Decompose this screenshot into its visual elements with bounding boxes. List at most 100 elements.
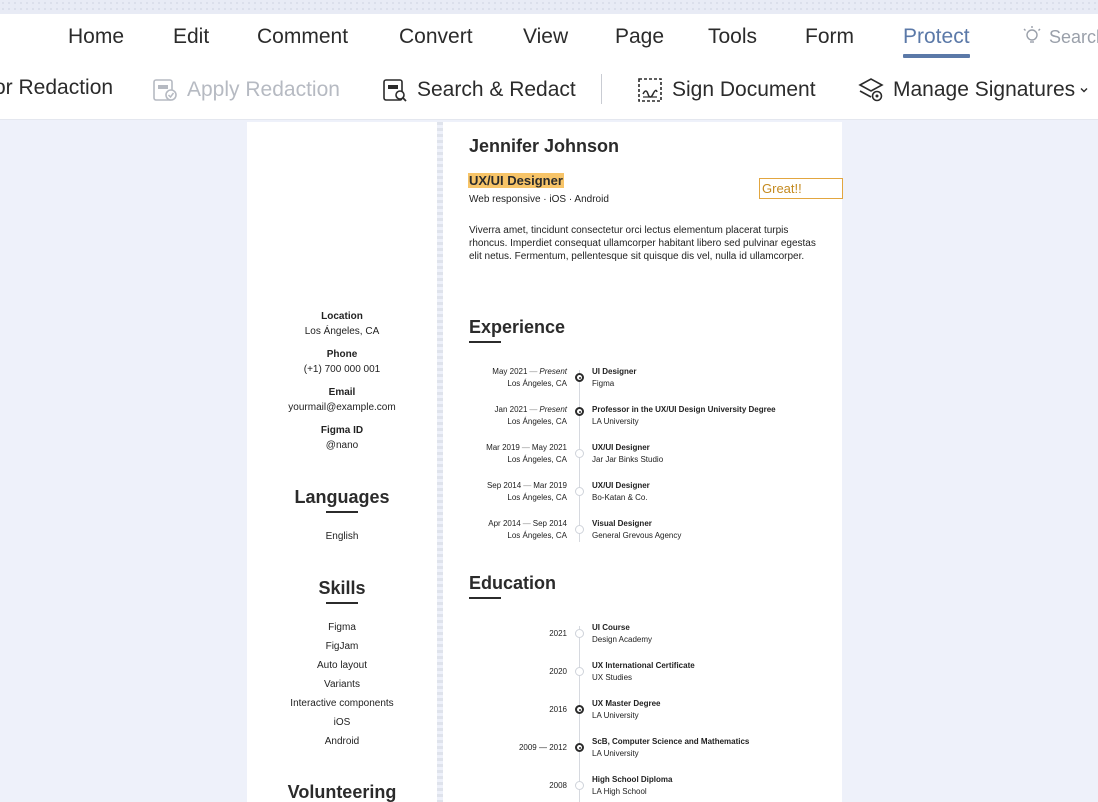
sign-document-label: Sign Document xyxy=(672,78,816,101)
experience-date: Apr 2014— Sep 2014 xyxy=(488,519,567,528)
timeline-dot xyxy=(575,667,584,676)
mark-redaction-button[interactable]: or Redaction xyxy=(0,76,113,100)
menu-edit[interactable]: Edit xyxy=(173,25,209,49)
title-strip xyxy=(0,0,1098,14)
apply-redaction-icon xyxy=(151,76,179,104)
manage-signatures-dropdown[interactable]: Manage Signatures xyxy=(857,76,1089,104)
phone-label: Phone xyxy=(326,349,358,360)
timeline-dot xyxy=(575,743,584,752)
timeline-dot xyxy=(575,781,584,790)
experience-title: UX/UI Designer xyxy=(592,481,650,490)
languages-underline xyxy=(326,511,358,513)
experience-location: Los Ángeles, CA xyxy=(507,493,567,502)
search-redact-button[interactable]: Search & Redact xyxy=(381,76,576,104)
menu-home[interactable]: Home xyxy=(68,25,124,49)
timeline-dot xyxy=(575,525,584,534)
timeline-dot xyxy=(575,449,584,458)
chevron-down-icon xyxy=(1079,85,1089,95)
bio-paragraph: Viverra amet, tincidunt consectetur orci… xyxy=(469,225,816,262)
experience-title: Professor in the UX/UI Design University… xyxy=(592,405,776,414)
active-tab-underline xyxy=(903,54,970,58)
education-date: 2008 xyxy=(549,781,567,790)
search-label: Search xyxy=(1049,27,1098,47)
location-value: Los Ángeles, CA xyxy=(304,326,380,337)
email-label: Email xyxy=(328,387,356,398)
education-date: 2016 xyxy=(549,705,567,714)
sign-document-button[interactable]: Sign Document xyxy=(636,76,816,104)
skill-item: Auto layout xyxy=(316,660,368,671)
languages-heading: Languages xyxy=(294,487,390,507)
timeline-dot xyxy=(575,373,584,382)
education-underline xyxy=(469,597,501,599)
experience-underline xyxy=(469,341,501,343)
menu-bar: Home Edit Comment Convert View Page Tool… xyxy=(0,14,1098,64)
manage-signatures-label: Manage Signatures xyxy=(893,78,1076,101)
experience-org: General Grevous Agency xyxy=(592,531,682,540)
sign-document-icon xyxy=(636,76,664,104)
menu-comment[interactable]: Comment xyxy=(257,25,348,49)
experience-date: Sep 2014— Mar 2019 xyxy=(486,481,567,490)
toolbar-separator xyxy=(601,74,602,104)
protect-toolbar: or Redaction Apply Redaction Search & Re… xyxy=(0,64,1098,120)
apply-redaction-button[interactable]: Apply Redaction xyxy=(151,76,340,104)
volunteering-heading: Volunteering xyxy=(287,782,397,802)
figma-id-label: Figma ID xyxy=(320,425,364,436)
skills-heading: Skills xyxy=(318,578,366,598)
education-date: 2020 xyxy=(549,667,567,676)
education-title: ScB, Computer Science and Mathematics xyxy=(592,737,750,746)
experience-title: Visual Designer xyxy=(592,519,652,528)
figma-id-value: @nano xyxy=(325,440,359,451)
experience-org: Jar Jar Binks Studio xyxy=(592,455,664,464)
apply-redaction-label: Apply Redaction xyxy=(187,78,340,101)
location-label: Location xyxy=(321,311,363,322)
skill-item: Figma xyxy=(328,622,356,633)
education-title: UX International Certificate xyxy=(592,661,695,670)
education-org: LA University xyxy=(592,749,639,758)
education-heading: Education xyxy=(469,573,557,593)
experience-org: Bo-Katan & Co. xyxy=(592,493,648,502)
search-menu[interactable]: Search xyxy=(1021,25,1098,48)
education-org: UX Studies xyxy=(592,673,633,682)
menu-protect[interactable]: Protect xyxy=(903,25,970,58)
highlighted-role[interactable]: UX/UI Designer xyxy=(468,173,564,188)
experience-location: Los Ángeles, CA xyxy=(507,531,567,540)
timeline-dot xyxy=(575,487,584,496)
skill-item: Interactive components xyxy=(290,698,394,709)
education-title: High School Diploma xyxy=(592,775,673,784)
menu-form[interactable]: Form xyxy=(805,25,854,49)
skill-item: FigJam xyxy=(325,641,359,652)
experience-date: May 2021— Present xyxy=(492,367,567,376)
text-annotation[interactable]: Great!! xyxy=(759,178,843,199)
menu-convert[interactable]: Convert xyxy=(399,25,473,49)
timeline-dot xyxy=(575,705,584,714)
experience-org: LA University xyxy=(592,417,639,426)
timeline-dot xyxy=(575,629,584,638)
search-redact-icon xyxy=(381,76,409,104)
manage-signatures-icon xyxy=(857,76,885,104)
email-value: yourmail@example.com xyxy=(288,402,396,413)
menu-tools[interactable]: Tools xyxy=(708,25,757,49)
education-org: LA University xyxy=(592,711,639,720)
experience-date: Jan 2021— Present xyxy=(494,405,568,414)
skill-item: iOS xyxy=(333,717,351,728)
menu-view[interactable]: View xyxy=(523,25,568,49)
education-date: 2021 xyxy=(549,629,567,638)
experience-org: Figma xyxy=(592,379,615,388)
experience-location: Los Ángeles, CA xyxy=(507,455,567,464)
experience-location: Los Ángeles, CA xyxy=(507,417,567,426)
education-org: LA High School xyxy=(592,787,647,796)
skills-underline xyxy=(326,602,358,604)
phone-value: (+1) 700 000 001 xyxy=(303,364,381,375)
menu-page[interactable]: Page xyxy=(615,25,664,49)
mark-redaction-label: or Redaction xyxy=(0,76,114,99)
lightbulb-icon xyxy=(1023,26,1041,43)
experience-location: Los Ángeles, CA xyxy=(507,379,567,388)
education-title: UI Course xyxy=(592,623,630,632)
experience-date: Mar 2019— May 2021 xyxy=(486,443,567,452)
language-item: English xyxy=(325,531,359,542)
education-date: 2009 — 2012 xyxy=(518,743,567,752)
timeline-dot xyxy=(575,407,584,416)
skill-item: Variants xyxy=(324,679,360,690)
education-timeline xyxy=(579,626,580,802)
search-redact-label: Search & Redact xyxy=(417,78,576,101)
